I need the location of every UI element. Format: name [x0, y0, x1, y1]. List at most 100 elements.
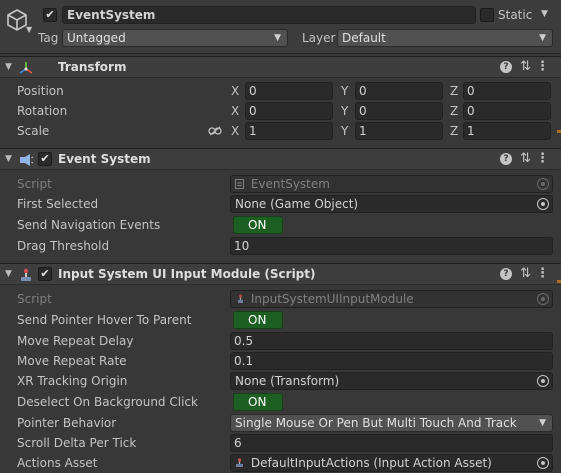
scroll-delta-per-tick-label: Scroll Delta Per Tick	[17, 436, 137, 450]
axis-z-label: Z	[450, 84, 459, 98]
first-selected-field[interactable]: None (Game Object)	[230, 195, 553, 213]
pointer-behavior-value: Single Mouse Or Pen But Multi Touch And …	[235, 416, 517, 430]
send-navigation-events-toggle[interactable]: ON	[233, 216, 283, 234]
position-z-field[interactable]: 0	[463, 82, 551, 100]
input-action-asset-icon	[236, 458, 243, 467]
deselect-on-background-click-label: Deselect On Background Click	[17, 395, 198, 409]
input-module-script-field: InputSystemUIInputModule	[230, 290, 553, 308]
position-x-field[interactable]: 0	[245, 82, 333, 100]
axis-z-label: Z	[450, 104, 459, 118]
layer-label: Layer	[302, 31, 336, 45]
foldout-arrow-icon[interactable]: ▼	[5, 62, 12, 72]
move-repeat-delay-label: Move Repeat Delay	[17, 334, 134, 348]
rotation-z-field[interactable]: 0	[463, 102, 551, 120]
transform-component-header[interactable]: ▼ Transform ? ⇅ ⋮	[0, 56, 561, 78]
input-module-title: Input System UI Input Module (Script)	[58, 267, 316, 281]
axis-z-label: Z	[450, 124, 459, 138]
event-system-icon	[20, 154, 34, 166]
xr-tracking-origin-field[interactable]: None (Transform)	[230, 372, 553, 390]
static-label: Static	[498, 8, 533, 22]
move-repeat-delay-field[interactable]: 0.5	[230, 332, 553, 350]
scale-y-field[interactable]: 1	[355, 122, 443, 140]
axis-x-label: X	[231, 84, 240, 98]
event-system-script-field: EventSystem	[230, 175, 553, 193]
move-repeat-rate-field[interactable]: 0.1	[230, 352, 553, 370]
chevron-down-icon: ▼	[539, 418, 546, 428]
object-picker-icon[interactable]	[537, 198, 549, 210]
presets-icon[interactable]: ⇅	[520, 151, 531, 166]
help-icon[interactable]: ?	[500, 61, 512, 73]
scale-z-field[interactable]: 1	[463, 122, 551, 140]
help-icon[interactable]: ?	[500, 153, 512, 165]
script-icon	[235, 179, 244, 189]
gameobject-name-field[interactable]: EventSystem	[62, 6, 476, 24]
event-system-title: Event System	[58, 152, 151, 166]
input-module-enabled-checkbox[interactable]: ✔	[38, 267, 52, 281]
layer-dropdown[interactable]: Default ▼	[337, 29, 553, 47]
foldout-arrow-icon[interactable]: ▼	[5, 154, 12, 164]
object-picker-icon	[537, 178, 549, 190]
position-y-field[interactable]: 0	[355, 82, 443, 100]
move-repeat-rate-label: Move Repeat Rate	[17, 354, 127, 368]
script-label: Script	[17, 177, 52, 191]
rotation-x-field[interactable]: 0	[245, 102, 333, 120]
position-label: Position	[17, 84, 64, 98]
axis-y-label: Y	[341, 104, 349, 118]
rotation-label: Rotation	[17, 104, 68, 118]
transform-title: Transform	[58, 60, 127, 74]
axis-x-label: X	[231, 104, 240, 118]
script-value: EventSystem	[250, 177, 330, 191]
transform-icon	[19, 62, 33, 74]
pointer-behavior-dropdown[interactable]: Single Mouse Or Pen But Multi Touch And …	[230, 414, 553, 432]
actions-asset-field[interactable]: DefaultInputActions (Input Action Asset)	[230, 454, 553, 472]
help-icon[interactable]: ?	[500, 268, 512, 280]
send-pointer-hover-toggle[interactable]: ON	[233, 311, 283, 329]
context-menu-icon[interactable]: ⋮	[536, 59, 549, 74]
first-selected-label: First Selected	[17, 197, 99, 211]
script-label: Script	[17, 292, 52, 306]
drag-threshold-label: Drag Threshold	[17, 239, 110, 253]
axis-y-label: Y	[341, 124, 349, 138]
actions-asset-value: DefaultInputActions (Input Action Asset)	[250, 456, 492, 470]
object-picker-icon	[537, 293, 549, 305]
context-menu-icon[interactable]: ⋮	[536, 266, 549, 281]
layer-value: Default	[342, 31, 386, 45]
chevron-down-icon: ▼	[539, 33, 546, 43]
scroll-delta-per-tick-field[interactable]: 6	[230, 434, 553, 452]
context-menu-icon[interactable]: ⋮	[536, 151, 549, 166]
scale-label: Scale	[17, 124, 50, 138]
rotation-y-field[interactable]: 0	[355, 102, 443, 120]
active-checkbox[interactable]: ✔	[43, 8, 57, 22]
event-system-enabled-checkbox[interactable]: ✔	[38, 152, 52, 166]
xr-tracking-origin-value: None (Transform)	[235, 374, 340, 388]
axis-y-label: Y	[341, 84, 349, 98]
input-module-icon	[21, 268, 31, 281]
scrollbar-marker	[557, 130, 561, 133]
chevron-down-icon: ▼	[274, 33, 281, 43]
static-checkbox[interactable]: ✔	[480, 8, 494, 22]
script-icon	[238, 294, 243, 303]
actions-asset-label: Actions Asset	[17, 456, 98, 470]
gameobject-header: ▼ ✔ EventSystem ✔ Static ▼ Tag Untagged …	[0, 0, 561, 54]
object-picker-icon[interactable]	[537, 375, 549, 387]
event-system-component-header[interactable]: ▼ ✔ Event System ? ⇅ ⋮	[0, 148, 561, 170]
presets-icon[interactable]: ⇅	[520, 266, 531, 281]
send-pointer-hover-label: Send Pointer Hover To Parent	[17, 313, 192, 327]
input-module-component-header[interactable]: ▼ ✔ Input System UI Input Module (Script…	[0, 263, 561, 285]
scale-x-field[interactable]: 1	[245, 122, 333, 140]
foldout-arrow-icon[interactable]: ▼	[5, 269, 12, 279]
object-picker-icon[interactable]	[537, 457, 549, 469]
xr-tracking-origin-label: XR Tracking Origin	[17, 374, 128, 388]
send-navigation-events-label: Send Navigation Events	[17, 218, 161, 232]
axis-x-label: X	[231, 124, 240, 138]
constrain-proportions-link-icon[interactable]	[208, 126, 222, 136]
drag-threshold-field[interactable]: 10	[230, 237, 553, 255]
icon-dropdown-arrow-icon[interactable]: ▼	[26, 25, 32, 34]
tag-label: Tag	[38, 31, 59, 45]
deselect-on-background-click-toggle[interactable]: ON	[233, 393, 283, 411]
pointer-behavior-label: Pointer Behavior	[17, 416, 117, 430]
script-value: InputSystemUIInputModule	[250, 292, 414, 306]
tag-dropdown[interactable]: Untagged ▼	[62, 29, 288, 47]
static-dropdown-arrow-icon[interactable]: ▼	[541, 9, 548, 19]
presets-icon[interactable]: ⇅	[520, 59, 531, 74]
